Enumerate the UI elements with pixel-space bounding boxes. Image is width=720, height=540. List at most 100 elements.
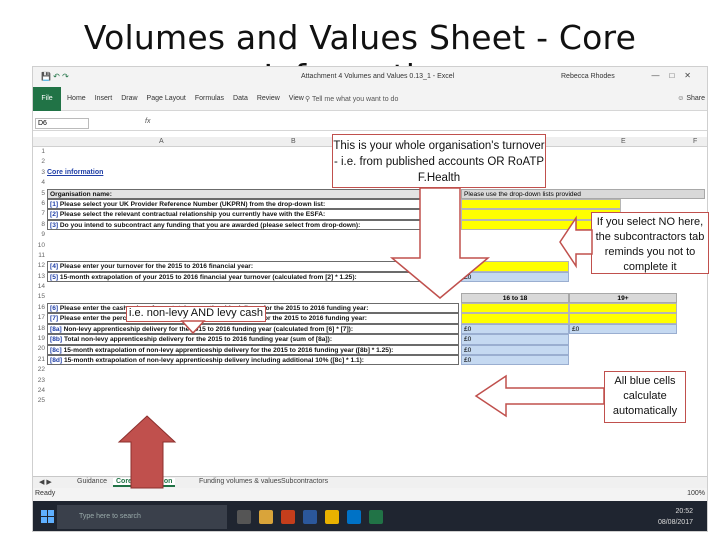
row-number[interactable]: 3 bbox=[33, 168, 45, 178]
column-header-b[interactable]: B bbox=[291, 138, 296, 145]
calc-cell: £0 bbox=[461, 323, 569, 335]
row-number[interactable]: 25 bbox=[33, 396, 45, 406]
input-cell[interactable] bbox=[569, 313, 677, 324]
tab-review[interactable]: Review bbox=[257, 95, 280, 102]
column-header-f[interactable]: F bbox=[693, 138, 697, 145]
row-number[interactable]: 19 bbox=[33, 334, 45, 344]
grid-row: 16 to 18 19+ bbox=[45, 292, 707, 303]
tab-home[interactable]: Home bbox=[67, 95, 86, 102]
ribbon-tabs: File Home Insert Draw Page Layout Formul… bbox=[33, 87, 707, 111]
grid-row: [8a] Non-levy apprenticeship delivery fo… bbox=[45, 323, 707, 335]
file-tab[interactable]: File bbox=[33, 87, 61, 111]
row-number[interactable]: 6 bbox=[33, 199, 45, 209]
row-number[interactable]: 14 bbox=[33, 282, 45, 292]
row-number[interactable]: 23 bbox=[33, 376, 45, 386]
subcontract-arrow-icon bbox=[559, 215, 593, 269]
row-number[interactable]: 16 bbox=[33, 303, 45, 313]
row-number[interactable]: 15 bbox=[33, 292, 45, 302]
taskbar-search-input[interactable]: Type here to search bbox=[57, 505, 227, 529]
blue-cells-arrow-icon bbox=[474, 374, 605, 418]
row-number[interactable]: 1 bbox=[33, 147, 45, 157]
calc-cell: £0 bbox=[461, 344, 569, 355]
document-title: Attachment 4 Volumes and Values 0.13_1 -… bbox=[301, 73, 455, 80]
grid-row: [8b] Total non-levy apprenticeship deliv… bbox=[45, 334, 707, 345]
grid-row: [8c] 15-month extrapolation of non-levy … bbox=[45, 344, 707, 355]
row-numbers: 1 2 3 4 5 6 7 8 9 10 11 12 13 14 15 16 1… bbox=[33, 147, 45, 407]
sheet-nav-arrows[interactable]: ◀ ▶ bbox=[39, 478, 52, 486]
tab-draw[interactable]: Draw bbox=[121, 95, 137, 102]
row-number[interactable]: 22 bbox=[33, 365, 45, 375]
calc-cell: £0 bbox=[569, 323, 677, 335]
user-name[interactable]: Rebecca Rhodes bbox=[561, 73, 615, 80]
lightbulb-icon: ⚲ bbox=[305, 96, 312, 103]
input-cell[interactable] bbox=[461, 303, 569, 314]
excel-icon[interactable] bbox=[369, 510, 383, 524]
quick-access-icons[interactable]: 💾 ↶ ↷ bbox=[41, 72, 69, 81]
chrome-icon[interactable] bbox=[325, 510, 339, 524]
nonlevy-arrow-icon bbox=[180, 320, 206, 335]
name-box[interactable]: D6 bbox=[35, 118, 89, 129]
row-number[interactable]: 8 bbox=[33, 220, 45, 230]
zoom-level[interactable]: 100% bbox=[687, 490, 705, 497]
title-bar: 💾 ↶ ↷ Attachment 4 Volumes and Values 0.… bbox=[33, 67, 707, 87]
row-label: [8b] Total non-levy apprenticeship deliv… bbox=[47, 334, 459, 345]
ribbon-tab-list: Home Insert Draw Page Layout Formulas Da… bbox=[67, 95, 304, 102]
turnover-callout: This is your whole organisation's turnov… bbox=[332, 134, 546, 188]
blue-cells-callout: All blue cells calculate automatically bbox=[604, 371, 686, 423]
row-number[interactable]: 2 bbox=[33, 157, 45, 167]
input-cell[interactable] bbox=[569, 303, 677, 314]
row-number[interactable]: 5 bbox=[33, 189, 45, 199]
outlook-icon[interactable] bbox=[347, 510, 361, 524]
row-label: [8c] 15-month extrapolation of non-levy … bbox=[47, 344, 459, 355]
column-header-a[interactable]: A bbox=[159, 138, 164, 145]
taskbar-app-icons bbox=[237, 510, 383, 524]
nonlevy-callout: i.e. non-levy AND levy cash bbox=[126, 306, 266, 322]
person-icon: ☺ bbox=[677, 95, 687, 102]
formula-bar: D6 fx bbox=[33, 116, 707, 131]
row-number[interactable]: 18 bbox=[33, 324, 45, 334]
row-number[interactable]: 20 bbox=[33, 344, 45, 354]
sheet-tab-funding-volumes[interactable]: Funding volumes & values bbox=[199, 478, 281, 485]
row-number[interactable]: 9 bbox=[33, 230, 45, 240]
row-number[interactable]: 4 bbox=[33, 178, 45, 188]
task-view-icon[interactable] bbox=[237, 510, 251, 524]
row-number[interactable]: 7 bbox=[33, 209, 45, 219]
tab-view[interactable]: View bbox=[289, 95, 304, 102]
sheet-tab-subcontractors[interactable]: Subcontractors bbox=[281, 478, 328, 485]
row-number[interactable]: 13 bbox=[33, 272, 45, 282]
column-header-e[interactable]: E bbox=[621, 138, 626, 145]
age-header-19-plus: 19+ bbox=[569, 292, 677, 303]
tell-me-box[interactable]: ⚲ Tell me what you want to do bbox=[305, 95, 398, 103]
row-number[interactable]: 11 bbox=[33, 251, 45, 261]
grid-row: Organisation name: Please use the drop-d… bbox=[45, 188, 707, 199]
tab-data[interactable]: Data bbox=[233, 95, 248, 102]
row-number[interactable]: 24 bbox=[33, 386, 45, 396]
row-label: [8d] 15-month extrapolation of non-levy … bbox=[47, 355, 459, 366]
share-button[interactable]: ☺ Share bbox=[677, 95, 705, 102]
clock-time: 20:52 bbox=[675, 508, 693, 515]
subcontract-callout: If you select NO here, the subcontractor… bbox=[591, 212, 709, 274]
tab-insert[interactable]: Insert bbox=[95, 95, 113, 102]
grid-row: [1] Please select your UK Provider Refer… bbox=[45, 199, 707, 210]
windows-start-icon[interactable] bbox=[41, 510, 55, 524]
fx-icon[interactable]: fx bbox=[145, 118, 150, 125]
row-number[interactable]: 12 bbox=[33, 261, 45, 271]
turnover-arrow-icon bbox=[389, 187, 491, 299]
powerpoint-icon[interactable] bbox=[281, 510, 295, 524]
window-controls[interactable]: —□✕ bbox=[651, 71, 701, 80]
system-clock[interactable]: 20:52 08/08/2017 bbox=[658, 506, 693, 528]
row-number[interactable]: 21 bbox=[33, 355, 45, 365]
word-icon[interactable] bbox=[303, 510, 317, 524]
calc-cell: £0 bbox=[461, 334, 569, 345]
clock-date: 08/08/2017 bbox=[657, 519, 693, 526]
tab-formulas[interactable]: Formulas bbox=[195, 95, 224, 102]
input-cell[interactable] bbox=[461, 313, 569, 324]
row-number[interactable]: 10 bbox=[33, 241, 45, 251]
core-information-heading: Core information bbox=[47, 169, 104, 176]
core-tab-arrow-icon bbox=[117, 415, 177, 489]
sheet-tab-guidance[interactable]: Guidance bbox=[77, 478, 107, 485]
tab-page-layout[interactable]: Page Layout bbox=[147, 95, 186, 102]
row-number[interactable]: 17 bbox=[33, 313, 45, 323]
file-explorer-icon[interactable] bbox=[259, 510, 273, 524]
taskbar: Type here to search 20:52 08/08/2017 bbox=[33, 501, 707, 531]
